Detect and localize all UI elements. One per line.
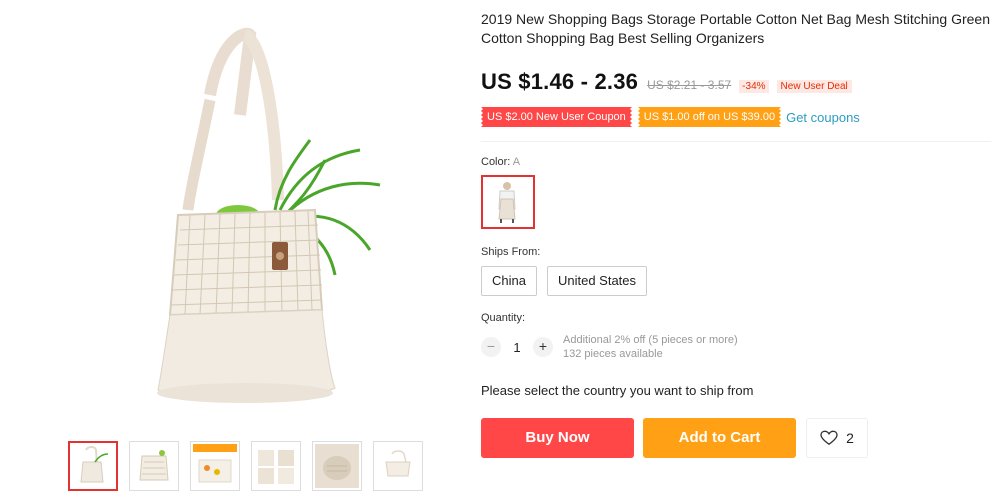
- thumbnail-3[interactable]: [190, 441, 240, 491]
- quantity-stepper: − 1 + Additional 2% off (5 pieces or mor…: [481, 333, 991, 361]
- thumbnail-2[interactable]: [129, 441, 179, 491]
- color-swatch-a[interactable]: [481, 175, 535, 229]
- new-user-coupon[interactable]: US $2.00 New User Coupon: [481, 107, 632, 127]
- quantity-value[interactable]: 1: [501, 340, 533, 355]
- bag-on-person-icon: [498, 182, 516, 223]
- wishlist-button[interactable]: 2: [806, 418, 868, 458]
- heart-icon: [820, 430, 838, 446]
- bulk-discount-note: Additional 2% off (5 pieces or more): [563, 334, 738, 346]
- bag-thumb-5-icon: [315, 444, 359, 488]
- add-to-cart-button[interactable]: Add to Cart: [643, 418, 796, 458]
- quantity-increase-button[interactable]: +: [533, 337, 553, 357]
- thumbnail-1[interactable]: [68, 441, 118, 491]
- action-buttons: Buy Now Add to Cart 2: [481, 418, 991, 458]
- thumbnail-4[interactable]: [251, 441, 301, 491]
- stock-available-note: 132 pieces available: [563, 348, 663, 360]
- wishlist-count: 2: [846, 430, 854, 446]
- price-row: US $1.46 - 2.36 US $2.21 - 3.57 -34% New…: [481, 69, 991, 95]
- ship-option-china[interactable]: China: [481, 266, 537, 296]
- ship-country-message: Please select the country you want to sh…: [481, 383, 754, 398]
- thumbnail-5[interactable]: [312, 441, 362, 491]
- quantity-label: Quantity:: [481, 312, 526, 324]
- store-coupon[interactable]: US $1.00 off on US $39.00: [637, 107, 782, 127]
- new-user-deal-badge: New User Deal: [776, 80, 852, 93]
- coupon-row: US $2.00 New User Coupon US $1.00 off on…: [481, 107, 991, 127]
- bag-thumb-4-icon: [258, 450, 294, 484]
- main-product-image: [60, 10, 430, 430]
- get-coupons-link[interactable]: Get coupons: [786, 110, 860, 125]
- thumbnail-6[interactable]: [373, 441, 423, 491]
- product-title: 2019 New Shopping Bags Storage Portable …: [481, 11, 990, 46]
- color-label-text: Color:: [481, 156, 511, 168]
- original-price: US $2.21 - 3.57: [647, 78, 732, 92]
- color-value: A: [512, 156, 521, 168]
- current-price: US $1.46 - 2.36: [481, 69, 639, 94]
- quantity-decrease-button[interactable]: −: [481, 337, 501, 357]
- product-info-panel: 2019 New Shopping Bags Storage Portable …: [481, 10, 991, 458]
- color-label: Color: A: [481, 156, 991, 168]
- ship-options: China United States: [481, 266, 991, 296]
- buy-now-button[interactable]: Buy Now: [481, 418, 634, 458]
- bag-thumb-3-icon: [193, 444, 237, 483]
- bag-thumb-1-icon: [80, 446, 109, 483]
- ship-option-united-states[interactable]: United States: [546, 266, 648, 296]
- ships-from-label: Ships From:: [481, 246, 541, 258]
- bag-thumb-6-icon: [385, 450, 411, 477]
- thumbnail-strip: [68, 441, 423, 491]
- bag-thumb-2-icon: [139, 450, 169, 481]
- discount-badge: -34%: [739, 80, 769, 93]
- divider: [481, 141, 991, 142]
- quantity-note: Additional 2% off (5 pieces or more) 132…: [563, 333, 738, 361]
